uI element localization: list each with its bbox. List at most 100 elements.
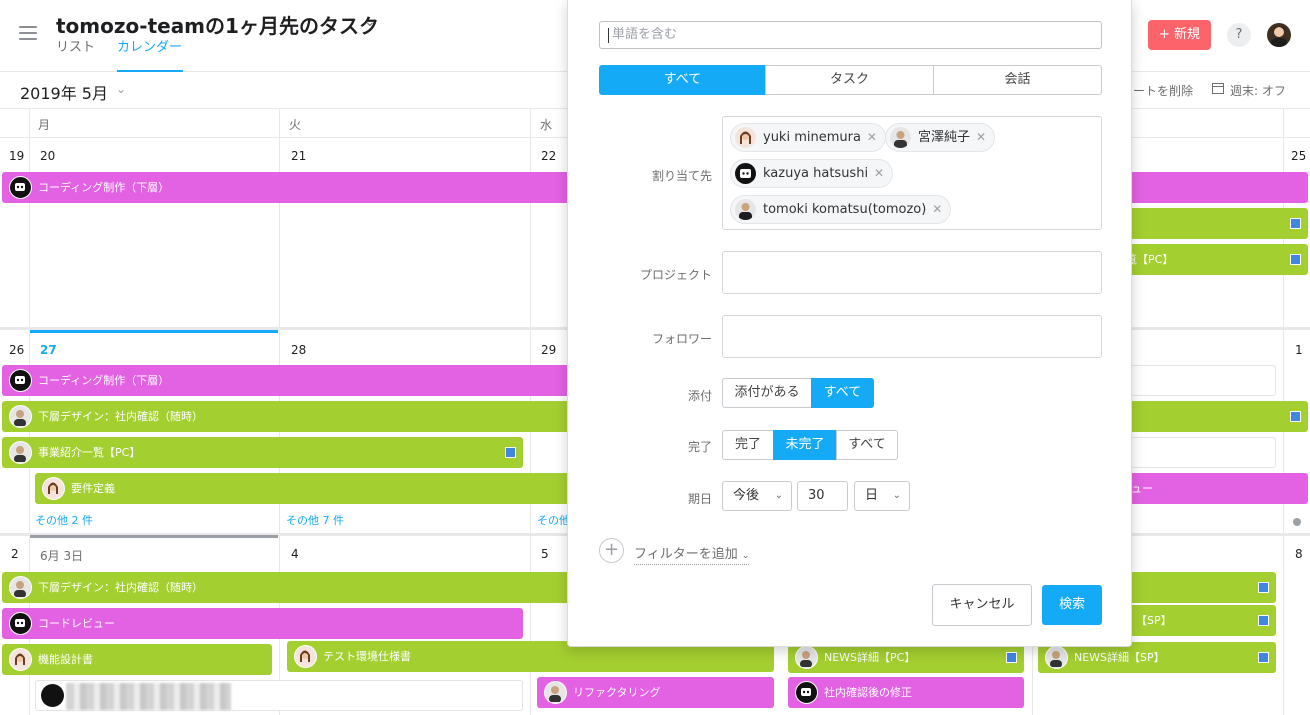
more-tasks-link[interactable]: その他 7 件 (286, 512, 344, 528)
month-label[interactable]: 2019年 5月 (20, 80, 108, 104)
checkbox-icon[interactable] (505, 447, 516, 458)
assignee-token[interactable]: kazuya hatsushi ✕ (730, 159, 894, 188)
new-button-label: 新規 (1174, 27, 1201, 42)
day-number[interactable]: 29 (541, 343, 556, 357)
task-title: 下層デザイン：社内確認（随時） (38, 581, 203, 594)
avatar (9, 176, 32, 199)
day-number[interactable]: 25 (1291, 149, 1306, 163)
more-tasks-link[interactable]: その他 2 件 (35, 512, 93, 528)
task-title: NEWS詳細【PC】 (824, 651, 916, 664)
day-number[interactable]: 8 (1295, 547, 1303, 561)
due-unit-select[interactable]: 日 ⌄ (854, 481, 910, 511)
chevron-down-icon[interactable]: ⌄ (364, 14, 376, 30)
completion-incomplete-button[interactable]: 未完了 (773, 430, 837, 460)
task-bar[interactable]: 機能設計書 (2, 644, 272, 675)
chevron-down-icon[interactable]: ⌄ (116, 82, 126, 96)
checkbox-icon[interactable] (1290, 218, 1301, 229)
attachment-all-button[interactable]: すべて (811, 378, 874, 408)
more-indicator[interactable] (1293, 518, 1301, 526)
avatar (41, 684, 64, 707)
menu-icon[interactable] (19, 26, 37, 40)
task-title: リファクタリング (573, 686, 661, 699)
due-amount-input[interactable]: 30 (797, 481, 848, 511)
delete-button[interactable]: ートを削除 (1133, 82, 1193, 99)
day-number[interactable]: 5 (541, 547, 549, 561)
task-bar[interactable] (1131, 437, 1276, 468)
more-tasks-link[interactable]: その他 (537, 512, 570, 528)
cancel-button[interactable]: キャンセル (932, 584, 1032, 626)
attachment-has-button[interactable]: 添付がある (722, 378, 812, 408)
follower-field[interactable] (722, 315, 1102, 358)
plus-icon[interactable]: + (599, 538, 624, 563)
day-number[interactable]: 22 (541, 149, 556, 163)
checkbox-icon[interactable] (1258, 652, 1269, 663)
project-label: プロジェクト (639, 268, 712, 282)
completion-label: 完了 (687, 440, 712, 454)
completion-all-button[interactable]: すべて (836, 430, 898, 460)
day-number[interactable]: 2 (11, 547, 19, 561)
remove-icon[interactable]: ✕ (867, 124, 877, 151)
day-number[interactable]: 28 (291, 343, 306, 357)
assignee-name: 宮澤純子 (918, 130, 971, 145)
checkbox-icon[interactable] (1258, 582, 1269, 593)
day-number[interactable]: 6月 3日 (40, 547, 83, 564)
help-button[interactable]: ? (1227, 23, 1251, 47)
remove-icon[interactable]: ✕ (932, 196, 942, 223)
task-bar[interactable] (35, 680, 523, 711)
checkbox-icon[interactable] (1006, 652, 1017, 663)
task-bar[interactable]: 下層デザイン：社内確認（随時） (2, 572, 602, 603)
avatar (795, 646, 818, 669)
assignee-field[interactable]: yuki minemura ✕ 宮澤純子 ✕ kazuya hatsushi ✕… (722, 116, 1102, 230)
new-button[interactable]: + 新規 (1148, 20, 1211, 50)
task-title: 事業紹介一覧【PC】 (38, 446, 141, 459)
tab-list[interactable]: リスト (56, 40, 95, 72)
task-title: コーディング制作（下層） (38, 374, 170, 387)
task-bar[interactable] (1131, 365, 1276, 396)
checkbox-icon[interactable] (1258, 615, 1269, 626)
segment-all[interactable]: すべて (599, 65, 766, 95)
task-bar[interactable]: コーディング制作（下層） (2, 365, 602, 396)
tab-calendar[interactable]: カレンダー (117, 40, 183, 72)
avatar (1045, 646, 1068, 669)
weekend-toggle[interactable]: 週末: オフ (1230, 82, 1286, 99)
search-button[interactable]: 検索 (1042, 585, 1102, 625)
day-number[interactable]: 20 (40, 149, 55, 163)
task-bar[interactable]: 事業紹介一覧【PC】 (2, 437, 523, 468)
day-number-today[interactable]: 27 (40, 343, 57, 357)
avatar (9, 405, 32, 428)
search-input[interactable]: 単語を含む (599, 21, 1102, 49)
avatar (42, 477, 65, 500)
task-bar[interactable]: リファクタリング (537, 677, 774, 708)
task-title: コーディング制作（下層） (38, 181, 170, 194)
segment-tasks[interactable]: タスク (765, 65, 934, 95)
remove-icon[interactable]: ✕ (976, 124, 986, 151)
task-title: 【SP】 (1136, 614, 1172, 627)
checkbox-icon[interactable] (1290, 411, 1301, 422)
checkbox-icon[interactable] (1290, 254, 1301, 265)
avatar[interactable] (1267, 23, 1291, 47)
assignee-label: 割り当て先 (651, 169, 712, 183)
assignee-token[interactable]: yuki minemura ✕ (730, 123, 886, 152)
avatar (9, 612, 32, 635)
due-when-select[interactable]: 今後 ⌄ (722, 481, 792, 511)
day-number[interactable]: 19 (9, 149, 24, 163)
task-bar[interactable]: 社内確認後の修正 (788, 677, 1024, 708)
task-bar[interactable]: 要件定義 (35, 473, 575, 504)
assignee-name: tomoki komatsu(tomozo) (763, 202, 927, 217)
assignee-token[interactable]: 宮澤純子 ✕ (885, 123, 996, 152)
assignee-token[interactable]: tomoki komatsu(tomozo) ✕ (730, 195, 952, 224)
completion-done-button[interactable]: 完了 (722, 430, 774, 460)
day-number[interactable]: 4 (291, 547, 299, 561)
day-number[interactable]: 21 (291, 149, 306, 163)
add-filter-button[interactable]: フィルターを追加 ⌄ (634, 543, 750, 565)
avatar (294, 645, 317, 668)
segment-conversations[interactable]: 会話 (933, 65, 1102, 95)
due-unit-value: 日 (865, 488, 879, 503)
project-field[interactable] (722, 251, 1102, 294)
day-number[interactable]: 1 (1295, 343, 1303, 357)
plus-icon: + (1158, 27, 1174, 42)
task-bar[interactable]: コードレビュー (2, 608, 523, 639)
day-number[interactable]: 26 (9, 343, 24, 357)
avatar (9, 441, 32, 464)
remove-icon[interactable]: ✕ (874, 160, 884, 187)
